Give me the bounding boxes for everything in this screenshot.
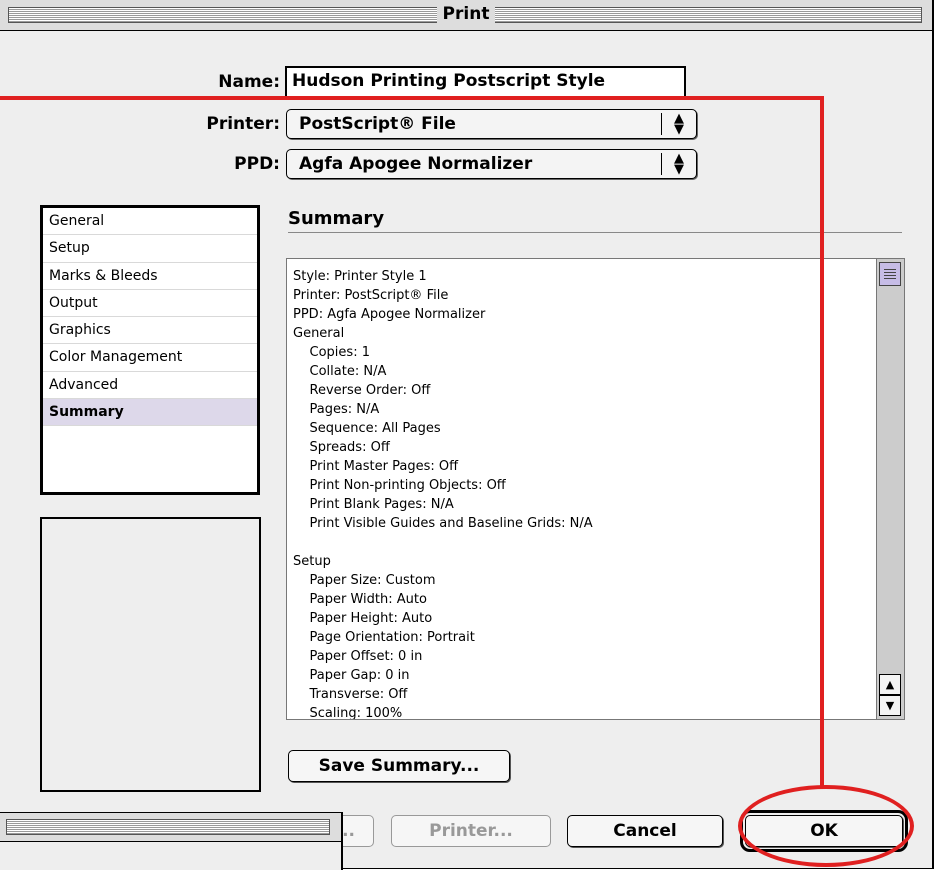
- scroll-up-arrow-icon[interactable]: ▲: [879, 674, 901, 695]
- scroll-thumb[interactable]: [879, 262, 901, 286]
- panel-item-setup[interactable]: Setup: [43, 235, 257, 263]
- print-dialog: Print Name: Hudson Printing Postscript S…: [0, 0, 934, 869]
- name-label: Name:: [218, 72, 280, 92]
- summary-text: Style: Printer Style 1 Printer: PostScri…: [293, 269, 593, 720]
- panel-item-marks-bleeds[interactable]: Marks & Bleeds: [43, 263, 257, 290]
- ok-button[interactable]: OK: [740, 810, 908, 852]
- background-window-title-bar[interactable]: [0, 813, 341, 842]
- annotation-line-vertical: [820, 96, 824, 788]
- panel-item-graphics[interactable]: Graphics: [43, 317, 257, 345]
- title-bar-stripes: [8, 7, 922, 23]
- title-bar[interactable]: Print: [0, 0, 932, 31]
- panel-list: General Setup Marks & Bleeds Output Grap…: [40, 205, 260, 495]
- printer-popup[interactable]: PostScript® File ▲ ▼: [286, 109, 697, 139]
- style-name-field[interactable]: Hudson Printing Postscript Style: [285, 66, 686, 98]
- page-preview: [40, 517, 261, 792]
- panel-item-output[interactable]: Output: [43, 290, 257, 318]
- cancel-button[interactable]: Cancel: [567, 815, 723, 847]
- panel-item-general[interactable]: General: [43, 208, 257, 236]
- annotation-line-horizontal: [0, 96, 824, 100]
- save-summary-button[interactable]: Save Summary...: [288, 750, 510, 782]
- printer-value: PostScript® File: [299, 114, 456, 134]
- printer-button[interactable]: Printer...: [391, 815, 551, 847]
- background-window: [0, 812, 343, 870]
- printer-label: Printer:: [206, 114, 280, 134]
- summary-scrollbar[interactable]: ▲ ▼: [876, 259, 904, 719]
- ppd-value: Agfa Apogee Normalizer: [299, 154, 533, 174]
- section-title: Summary: [288, 208, 385, 229]
- scroll-down-arrow-icon[interactable]: ▼: [879, 695, 901, 716]
- popup-arrows-icon: ▲ ▼: [674, 151, 684, 177]
- popup-arrows-icon: ▲ ▼: [674, 111, 684, 137]
- ppd-popup[interactable]: Agfa Apogee Normalizer ▲ ▼: [286, 149, 697, 179]
- section-divider: [288, 232, 902, 233]
- panel-item-summary[interactable]: Summary: [43, 399, 257, 427]
- panel-item-color-management[interactable]: Color Management: [43, 344, 257, 372]
- summary-text-area[interactable]: Style: Printer Style 1 Printer: PostScri…: [286, 258, 905, 720]
- ppd-label: PPD:: [234, 154, 280, 174]
- panel-item-advanced[interactable]: Advanced: [43, 372, 257, 400]
